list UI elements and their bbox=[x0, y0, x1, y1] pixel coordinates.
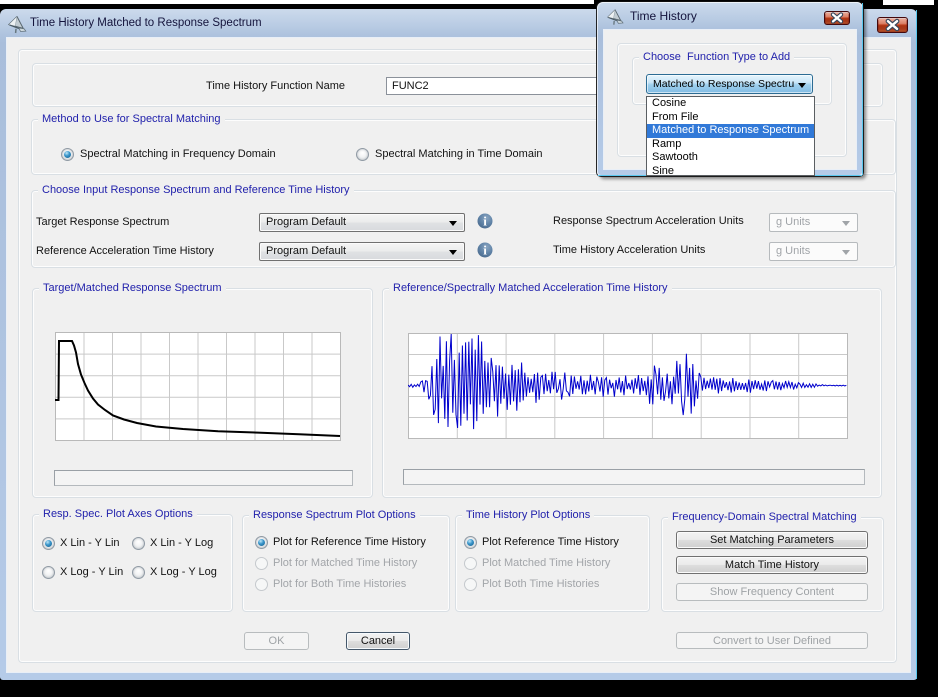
svg-text:i: i bbox=[483, 243, 487, 258]
svg-text:i: i bbox=[483, 214, 487, 229]
